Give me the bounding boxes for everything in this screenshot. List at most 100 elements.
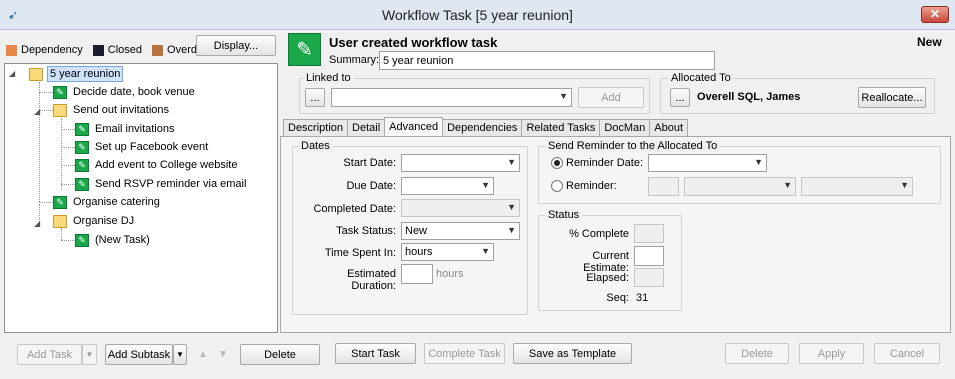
- delete-task-button[interactable]: Delete: [240, 344, 320, 365]
- linked-browse-button[interactable]: ...: [305, 88, 325, 107]
- close-icon: ✕: [929, 7, 941, 21]
- tree-item-label: Organise DJ: [73, 215, 135, 227]
- pencil-icon: ✎: [75, 177, 89, 191]
- legend: Dependency Closed Overdue: [6, 43, 215, 57]
- current-estimate-input[interactable]: [634, 246, 664, 266]
- dependency-swatch: [6, 44, 17, 56]
- reminder-label: Reminder:: [566, 180, 617, 192]
- chevron-down-icon: ▼: [481, 246, 490, 256]
- tab-about[interactable]: About: [649, 119, 689, 136]
- estimated-duration-input[interactable]: [401, 264, 433, 284]
- folder-icon: [53, 214, 67, 228]
- reminder-date-picker[interactable]: ▼: [648, 154, 767, 172]
- move-up-icon[interactable]: ▲: [198, 349, 208, 360]
- add-task-dropdown[interactable]: ▼: [82, 344, 97, 365]
- add-subtask-dropdown[interactable]: ▼: [173, 344, 187, 365]
- closed-swatch: [92, 44, 104, 56]
- pencil-icon: ✎: [75, 158, 89, 172]
- add-task-button[interactable]: Add Task: [17, 344, 82, 365]
- chevron-down-icon: ▼: [559, 91, 568, 101]
- status-group-label: Status: [545, 209, 583, 221]
- reminder-unit-select[interactable]: ▼: [684, 177, 796, 196]
- tree-item-label: 5 year reunion: [47, 66, 124, 82]
- collapse-icon[interactable]: ◢: [9, 69, 15, 78]
- collapse-icon[interactable]: ◢: [34, 219, 40, 228]
- start-date-picker[interactable]: ▼: [401, 154, 520, 172]
- reminder-when-select[interactable]: ▼: [801, 177, 913, 196]
- percent-complete-label: % Complete: [569, 228, 629, 240]
- pencil-icon: ✎: [75, 122, 89, 136]
- duration-unit: hours: [436, 268, 464, 280]
- tree-item-label: Send out invitations: [73, 104, 170, 116]
- tab-docman[interactable]: DocMan: [599, 119, 651, 136]
- completed-date-label: Completed Date:: [313, 203, 396, 215]
- due-date-picker[interactable]: ▼: [401, 177, 494, 195]
- linked-to-select[interactable]: ▼: [331, 88, 572, 107]
- pencil-icon: ✎: [75, 233, 89, 247]
- completed-date-picker[interactable]: ▼: [401, 199, 520, 217]
- elapsed-field: [634, 268, 664, 287]
- save-as-template-button[interactable]: Save as Template: [513, 343, 632, 364]
- tree-item-label: Decide date, book venue: [73, 86, 195, 98]
- pencil-icon: ✎: [53, 195, 67, 209]
- delete-button[interactable]: Delete: [725, 343, 789, 364]
- tab-description[interactable]: Description: [283, 119, 349, 136]
- tab-related-tasks[interactable]: Related Tasks: [521, 119, 601, 136]
- tree-item[interactable]: ✎ Add event to College website: [75, 157, 239, 173]
- reminder-amount-input[interactable]: [648, 177, 679, 196]
- allocated-name: Overell SQL, James: [697, 91, 801, 103]
- task-title: User created workflow task: [329, 35, 498, 50]
- tree-item-label: Email invitations: [95, 123, 175, 135]
- close-button[interactable]: ✕: [921, 6, 949, 23]
- tree-item-root[interactable]: 5 year reunion: [29, 66, 124, 82]
- move-down-icon[interactable]: ▼: [218, 349, 228, 360]
- display-button[interactable]: Display...: [196, 35, 276, 56]
- tree-item[interactable]: ✎ (New Task): [75, 232, 152, 248]
- chevron-down-icon: ▼: [507, 157, 516, 167]
- chevron-down-icon: ▼: [481, 180, 490, 190]
- status-badge: New: [917, 35, 942, 49]
- allocated-browse-button[interactable]: ...: [670, 88, 690, 107]
- tree-item-label: Set up Facebook event: [95, 141, 209, 153]
- tree-item[interactable]: Send out invitations: [53, 102, 171, 118]
- window-title: Workflow Task [5 year reunion]: [382, 7, 573, 23]
- due-date-label: Due Date:: [346, 180, 396, 192]
- chevron-down-icon: ▼: [507, 225, 516, 235]
- reminder-radio[interactable]: [551, 180, 563, 192]
- title-bar: ➹ Workflow Task [5 year reunion] ✕: [0, 0, 955, 30]
- tree-item[interactable]: ✎ Send RSVP reminder via email: [75, 176, 248, 192]
- cancel-button[interactable]: Cancel: [874, 343, 940, 364]
- apply-button[interactable]: Apply: [799, 343, 864, 364]
- tree-item[interactable]: Organise DJ: [53, 213, 136, 229]
- tree-item[interactable]: ✎ Email invitations: [75, 121, 176, 137]
- reallocate-button[interactable]: Reallocate...: [858, 87, 926, 108]
- tab-detail[interactable]: Detail: [347, 119, 386, 136]
- tree-item-label: Organise catering: [73, 196, 160, 208]
- task-tree[interactable]: ◢ ◢ ◢ 5 year reunion ✎ Decide date, book…: [4, 63, 278, 333]
- chevron-down-icon: ▼: [507, 202, 516, 212]
- add-link-button[interactable]: Add: [578, 87, 644, 108]
- chevron-down-icon: ▼: [176, 350, 184, 359]
- elapsed-label: Elapsed:: [586, 272, 629, 284]
- tab-advanced[interactable]: Advanced: [384, 117, 444, 136]
- complete-task-button[interactable]: Complete Task: [424, 343, 505, 364]
- allocated-to-label: Allocated To: [668, 72, 734, 84]
- tree-item[interactable]: ✎ Decide date, book venue: [53, 84, 197, 100]
- add-subtask-button[interactable]: Add Subtask: [105, 344, 173, 365]
- tab-dependencies[interactable]: Dependencies: [442, 119, 523, 136]
- legend-closed: Closed: [107, 44, 143, 56]
- start-task-button[interactable]: Start Task: [335, 343, 416, 364]
- time-spent-select[interactable]: hours ▼: [401, 243, 494, 261]
- overdue-swatch: [152, 44, 164, 56]
- pencil-icon: ✎: [53, 85, 67, 99]
- dates-label: Dates: [298, 140, 333, 152]
- collapse-icon[interactable]: ◢: [34, 107, 40, 116]
- reminder-date-radio[interactable]: [551, 157, 563, 169]
- tree-item-label: Send RSVP reminder via email: [95, 178, 247, 190]
- tree-item[interactable]: ✎ Set up Facebook event: [75, 139, 210, 155]
- task-status-select[interactable]: New ▼: [401, 222, 520, 240]
- summary-input[interactable]: 5 year reunion: [379, 51, 715, 70]
- tree-item[interactable]: ✎ Organise catering: [53, 194, 162, 210]
- time-spent-value: hours: [405, 246, 433, 258]
- reminder-group-label: Send Reminder to the Allocated To: [545, 140, 721, 152]
